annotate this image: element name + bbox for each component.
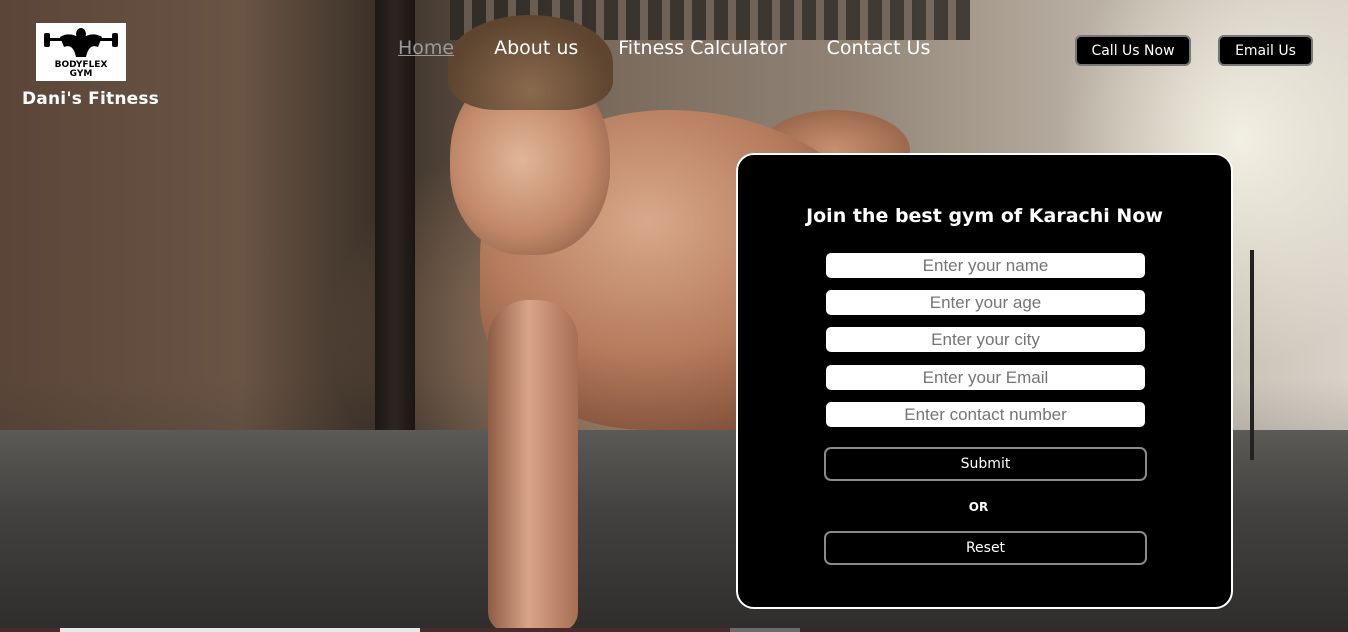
athlete-hair <box>448 15 613 110</box>
main-nav: Home About us Fitness Calculator Contact… <box>398 37 930 59</box>
call-us-button[interactable]: Call Us Now <box>1075 35 1191 66</box>
background-tripod <box>1250 250 1254 460</box>
nav-home[interactable]: Home <box>398 37 454 59</box>
age-input[interactable] <box>826 290 1145 315</box>
logo-text: BODYFLEX GYM <box>55 61 108 79</box>
bottom-edge-strip <box>0 628 1348 632</box>
city-input[interactable] <box>826 327 1145 352</box>
form-title: Join the best gym of Karachi Now <box>806 205 1163 227</box>
bodybuilder-icon <box>44 28 118 57</box>
background-pillar <box>375 0 415 440</box>
submit-button[interactable]: Submit <box>824 447 1147 481</box>
nav-fitness-calculator[interactable]: Fitness Calculator <box>618 37 786 59</box>
logo-text-line2: GYM <box>69 69 93 79</box>
gym-logo[interactable]: BODYFLEX GYM <box>36 23 126 81</box>
or-divider: OR <box>968 500 989 514</box>
background-window-bars <box>780 0 970 40</box>
join-form: Join the best gym of Karachi Now Submit … <box>736 153 1233 609</box>
nav-about[interactable]: About us <box>494 37 578 59</box>
name-input[interactable] <box>826 253 1145 278</box>
page: BODYFLEX GYM Dani's Fitness Home About u… <box>0 0 1348 632</box>
brand-name: Dani's Fitness <box>22 89 159 109</box>
email-us-button[interactable]: Email Us <box>1218 35 1313 66</box>
email-input[interactable] <box>826 365 1145 390</box>
reset-button[interactable]: Reset <box>824 531 1147 565</box>
nav-contact[interactable]: Contact Us <box>827 37 931 59</box>
contact-input[interactable] <box>826 402 1145 427</box>
athlete-arm <box>488 300 578 632</box>
